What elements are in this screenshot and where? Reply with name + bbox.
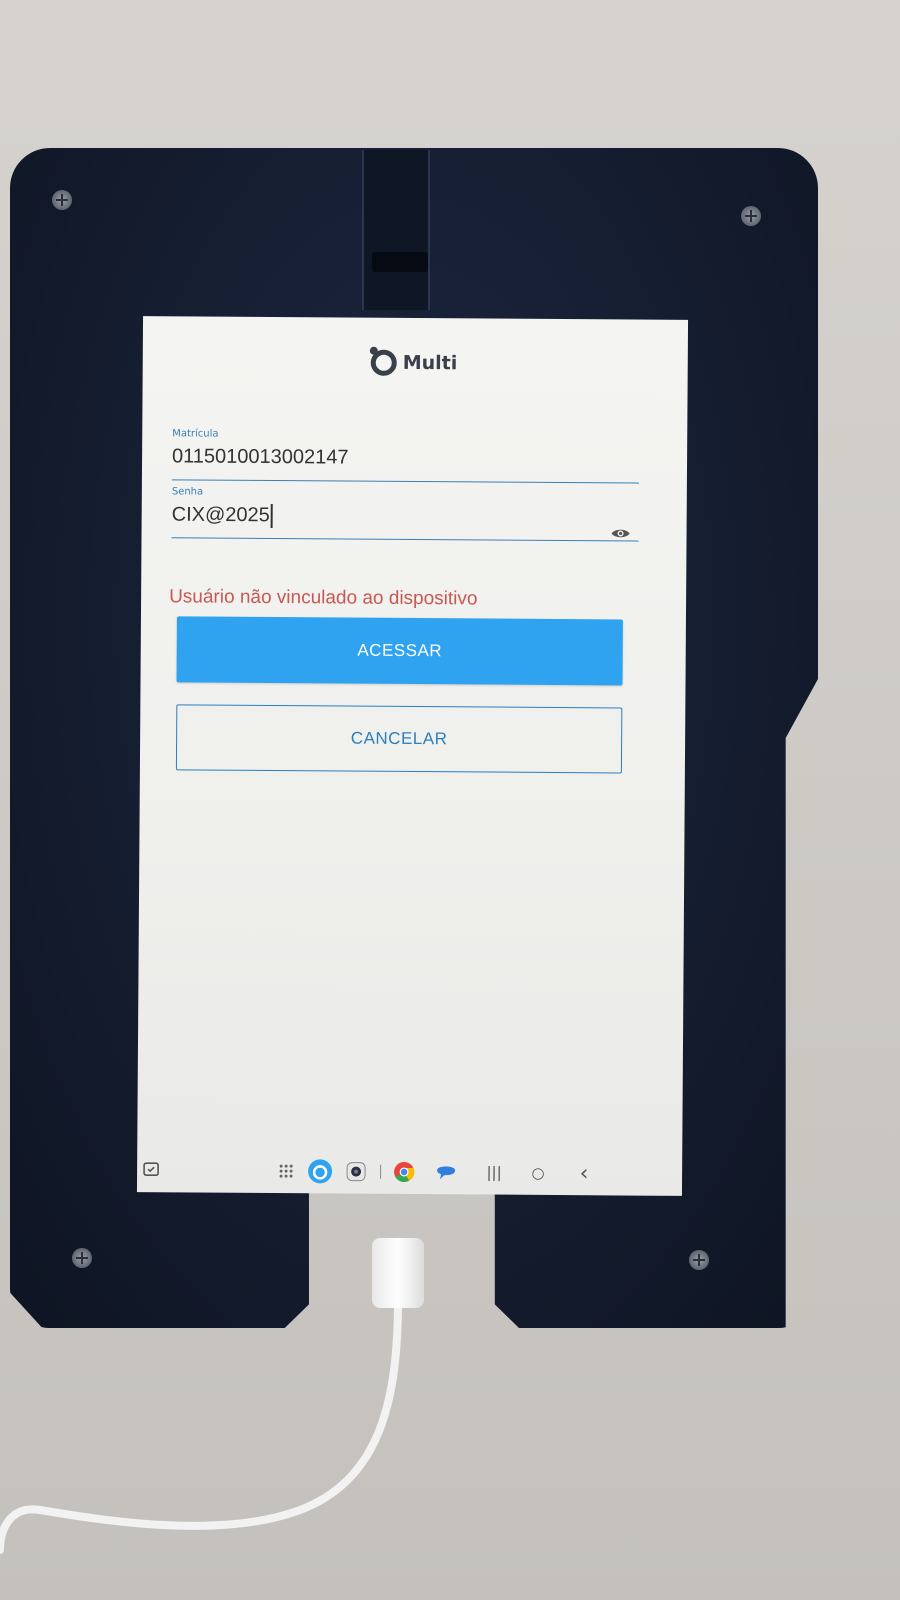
apps-grid-icon[interactable] (275, 1160, 297, 1182)
senha-input[interactable]: CIX@2025 (172, 503, 639, 534)
acessar-button[interactable]: ACESSAR (176, 616, 623, 686)
text-cursor (270, 504, 273, 529)
matricula-input[interactable]: 0115010013002147 (172, 445, 639, 476)
back-icon[interactable]: ‹ (573, 1161, 595, 1186)
error-message: Usuário não vinculado ao dispositivo (169, 586, 478, 610)
multi-logo-icon (370, 349, 397, 376)
recents-icon[interactable]: ||| (483, 1162, 505, 1184)
camera-slot (372, 252, 428, 272)
home-icon[interactable]: ○ (527, 1162, 549, 1184)
screw-icon (52, 190, 72, 210)
matricula-field[interactable]: Matrícula 0115010013002147 (171, 428, 639, 484)
senha-underline (171, 537, 639, 542)
chrome-icon[interactable] (393, 1161, 415, 1183)
matricula-label: Matrícula (172, 428, 219, 440)
app-logo: Multi (370, 349, 458, 377)
matricula-underline (171, 479, 639, 484)
multi-app-icon[interactable] (307, 1158, 333, 1184)
usb-cable (0, 1296, 402, 1554)
device-status-icon[interactable] (141, 1159, 163, 1181)
logo-text: Multi (402, 351, 458, 375)
holder-top-notch (362, 150, 430, 310)
android-nav-bar: ||| ○ ‹ (137, 1150, 682, 1196)
tablet-screen: Multi Matrícula 0115010013002147 Senha C… (136, 316, 689, 1196)
messages-icon[interactable] (435, 1161, 457, 1183)
senha-field[interactable]: Senha CIX@2025 (171, 486, 639, 542)
cancelar-button[interactable]: CANCELAR (175, 704, 623, 774)
eye-icon[interactable] (611, 527, 631, 539)
taskbar-divider (380, 1164, 382, 1179)
screw-icon (689, 1250, 709, 1270)
screw-icon (741, 206, 761, 226)
senha-label: Senha (171, 486, 204, 498)
camera-app-icon[interactable] (345, 1161, 367, 1183)
screw-icon (72, 1248, 92, 1268)
usb-cable-plug (372, 1238, 424, 1308)
senha-value: CIX@2025 (171, 503, 270, 527)
